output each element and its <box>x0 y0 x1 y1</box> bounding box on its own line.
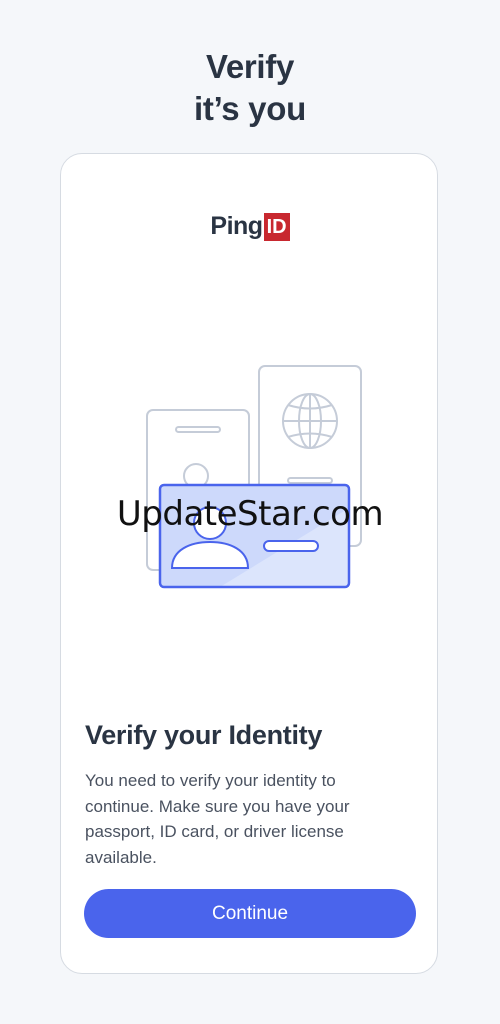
section-heading: Verify your Identity <box>85 720 323 750</box>
page-title: Verify it’s you <box>0 46 500 130</box>
watermark-text: UpdateStar.com <box>116 494 384 534</box>
page-title-line-1: Verify <box>205 48 295 85</box>
globe-icon <box>282 393 338 449</box>
logo-badge: ID <box>263 213 290 241</box>
pingid-logo: Ping ID <box>0 210 500 242</box>
page-title-line-2: it’s you <box>194 90 306 127</box>
section-description: You need to verify your identity to cont… <box>85 771 350 867</box>
id-documents-illustration <box>146 365 362 589</box>
logo-text: Ping <box>210 212 263 240</box>
continue-button[interactable]: Continue <box>84 889 416 938</box>
